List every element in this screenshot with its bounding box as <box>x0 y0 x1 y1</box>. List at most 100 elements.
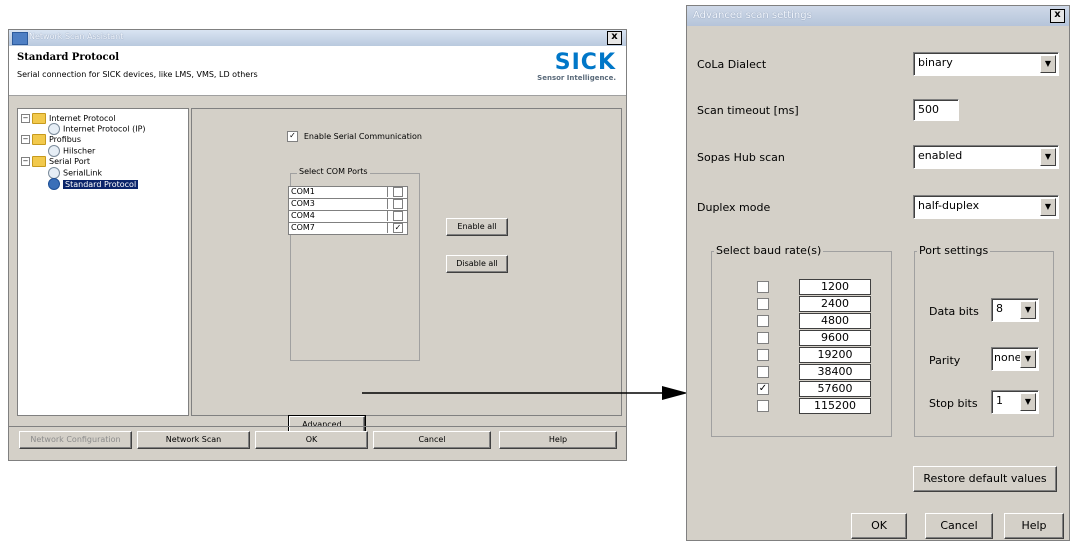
enable-serial-checkbox[interactable]: ✓ Enable Serial Communication <box>287 131 422 142</box>
tree-item-standard-protocol[interactable]: Standard Protocol <box>48 178 139 190</box>
cola-dialect-label: CoLa Dialect <box>697 58 767 71</box>
baud-rate-value: 1200 <box>799 279 871 295</box>
tree-label: Hilscher <box>63 146 96 156</box>
baud-rate-value: 4800 <box>799 313 871 329</box>
duplex-mode-label: Duplex mode <box>697 201 771 214</box>
logo-tagline: Sensor Intelligence. <box>537 74 616 82</box>
baud-rate-value: 2400 <box>799 296 871 312</box>
data-bits-select[interactable]: 8 ▼ <box>991 298 1039 322</box>
select-value: 1 <box>996 394 1003 407</box>
group-label: Select baud rate(s) <box>714 244 824 257</box>
logo-brand: SICK <box>554 50 616 75</box>
protocol-icon <box>48 178 60 190</box>
cola-dialect-select[interactable]: binary ▼ <box>913 52 1059 76</box>
dropdown-arrow-icon[interactable]: ▼ <box>1020 393 1036 411</box>
select-value: binary <box>918 56 953 69</box>
title-bar: Network Scan Assistant x <box>9 30 626 46</box>
baud-rate-checkbox[interactable] <box>757 315 769 327</box>
tree-label: Standard Protocol <box>63 179 139 189</box>
group-label: Select COM Ports <box>297 167 370 176</box>
com-port-checkbox[interactable]: ✓ <box>393 223 403 233</box>
dropdown-arrow-icon[interactable]: ▼ <box>1040 198 1056 216</box>
com-ports-table: COM1 COM3 COM4 COM7 ✓ <box>288 186 408 235</box>
port-settings-group: Port settings Data bits 8 ▼ Parity none … <box>914 244 1054 437</box>
tree-label: SerialLink <box>63 168 103 178</box>
disable-all-button[interactable]: Disable all <box>446 255 508 273</box>
baud-rate-value: 115200 <box>799 398 871 414</box>
com-port-row[interactable]: COM3 <box>288 199 408 211</box>
baud-rate-value: 38400 <box>799 364 871 380</box>
baud-rate-checkbox[interactable] <box>757 366 769 378</box>
stop-bits-select[interactable]: 1 ▼ <box>991 390 1039 414</box>
com-port-checkbox[interactable] <box>393 187 403 197</box>
com-port-checkbox[interactable] <box>393 199 403 209</box>
stop-bits-label: Stop bits <box>929 397 978 410</box>
dropdown-arrow-icon[interactable]: ▼ <box>1040 148 1056 166</box>
window-title: Network Scan Assistant <box>29 32 124 41</box>
duplex-mode-select[interactable]: half-duplex ▼ <box>913 195 1059 219</box>
select-value: 8 <box>996 302 1003 315</box>
help-button[interactable]: Help <box>1004 513 1064 539</box>
expander-icon[interactable]: − <box>21 135 30 144</box>
expander-icon[interactable]: − <box>21 157 30 166</box>
ok-button[interactable]: OK <box>255 431 368 449</box>
parity-label: Parity <box>929 354 961 367</box>
connector-arrow <box>362 386 688 400</box>
input-value: 500 <box>918 103 939 116</box>
advanced-scan-settings-dialog: Advanced scan settings x CoLa Dialect bi… <box>686 5 1070 541</box>
baud-rate-value: 19200 <box>799 347 871 363</box>
expander-icon[interactable]: − <box>21 114 30 123</box>
dropdown-arrow-icon[interactable]: ▼ <box>1020 350 1036 368</box>
com-port-row[interactable]: COM7 ✓ <box>288 223 408 235</box>
sick-logo: SICK Sensor Intelligence. <box>537 50 616 83</box>
folder-icon <box>32 134 46 145</box>
data-bits-label: Data bits <box>929 305 979 318</box>
baud-rate-group: Select baud rate(s) 1200 2400 4800 9600 … <box>711 244 892 437</box>
tree-item-serial-port[interactable]: − Serial Port <box>21 156 90 167</box>
com-port-checkbox[interactable] <box>393 211 403 221</box>
page-title: Standard Protocol <box>17 52 120 63</box>
tree-item-profibus[interactable]: − Profibus <box>21 134 81 145</box>
window-icon <box>12 32 28 45</box>
cancel-button[interactable]: Cancel <box>373 431 491 449</box>
baud-rate-checkbox[interactable] <box>757 400 769 412</box>
checkbox-label: Enable Serial Communication <box>303 132 422 141</box>
parity-select[interactable]: none ▼ <box>991 347 1039 371</box>
com-port-row[interactable]: COM4 <box>288 211 408 223</box>
tree-label: Internet Protocol (IP) <box>63 124 146 134</box>
wizard-button-bar: Network Configuration Network Scan OK Ca… <box>9 426 626 452</box>
checkbox[interactable]: ✓ <box>287 131 298 142</box>
wizard-header: Standard Protocol Serial connection for … <box>9 46 626 96</box>
restore-defaults-button[interactable]: Restore default values <box>913 466 1057 492</box>
com-port-name: COM4 <box>291 211 315 220</box>
select-value: none <box>994 351 1022 364</box>
close-button[interactable]: x <box>1050 9 1065 23</box>
folder-icon <box>32 113 46 124</box>
sopas-hub-scan-select[interactable]: enabled ▼ <box>913 145 1059 169</box>
dropdown-arrow-icon[interactable]: ▼ <box>1020 301 1036 319</box>
cancel-button[interactable]: Cancel <box>925 513 993 539</box>
dropdown-arrow-icon[interactable]: ▼ <box>1040 55 1056 73</box>
baud-rate-checkbox[interactable]: ✓ <box>757 383 769 395</box>
tree-label: Internet Protocol <box>49 114 116 123</box>
baud-rate-checkbox[interactable] <box>757 332 769 344</box>
network-configuration-button[interactable]: Network Configuration <box>19 431 132 449</box>
close-button[interactable]: x <box>607 31 622 45</box>
tree-label: Serial Port <box>49 157 91 166</box>
sopas-hub-scan-label: Sopas Hub scan <box>697 151 785 164</box>
enable-all-button[interactable]: Enable all <box>446 218 508 236</box>
help-button[interactable]: Help <box>499 431 617 449</box>
folder-icon <box>32 156 46 167</box>
com-port-name: COM3 <box>291 199 315 208</box>
dialog-title: Advanced scan settings <box>693 10 812 21</box>
baud-rate-checkbox[interactable] <box>757 281 769 293</box>
baud-rate-checkbox[interactable] <box>757 349 769 361</box>
com-port-row[interactable]: COM1 <box>288 186 408 199</box>
com-port-name: COM7 <box>291 223 315 232</box>
title-bar: Advanced scan settings x <box>687 6 1069 26</box>
network-scan-button[interactable]: Network Scan <box>137 431 250 449</box>
select-value: half-duplex <box>918 199 980 212</box>
ok-button[interactable]: OK <box>851 513 907 539</box>
scan-timeout-input[interactable]: 500 <box>913 99 959 121</box>
baud-rate-checkbox[interactable] <box>757 298 769 310</box>
